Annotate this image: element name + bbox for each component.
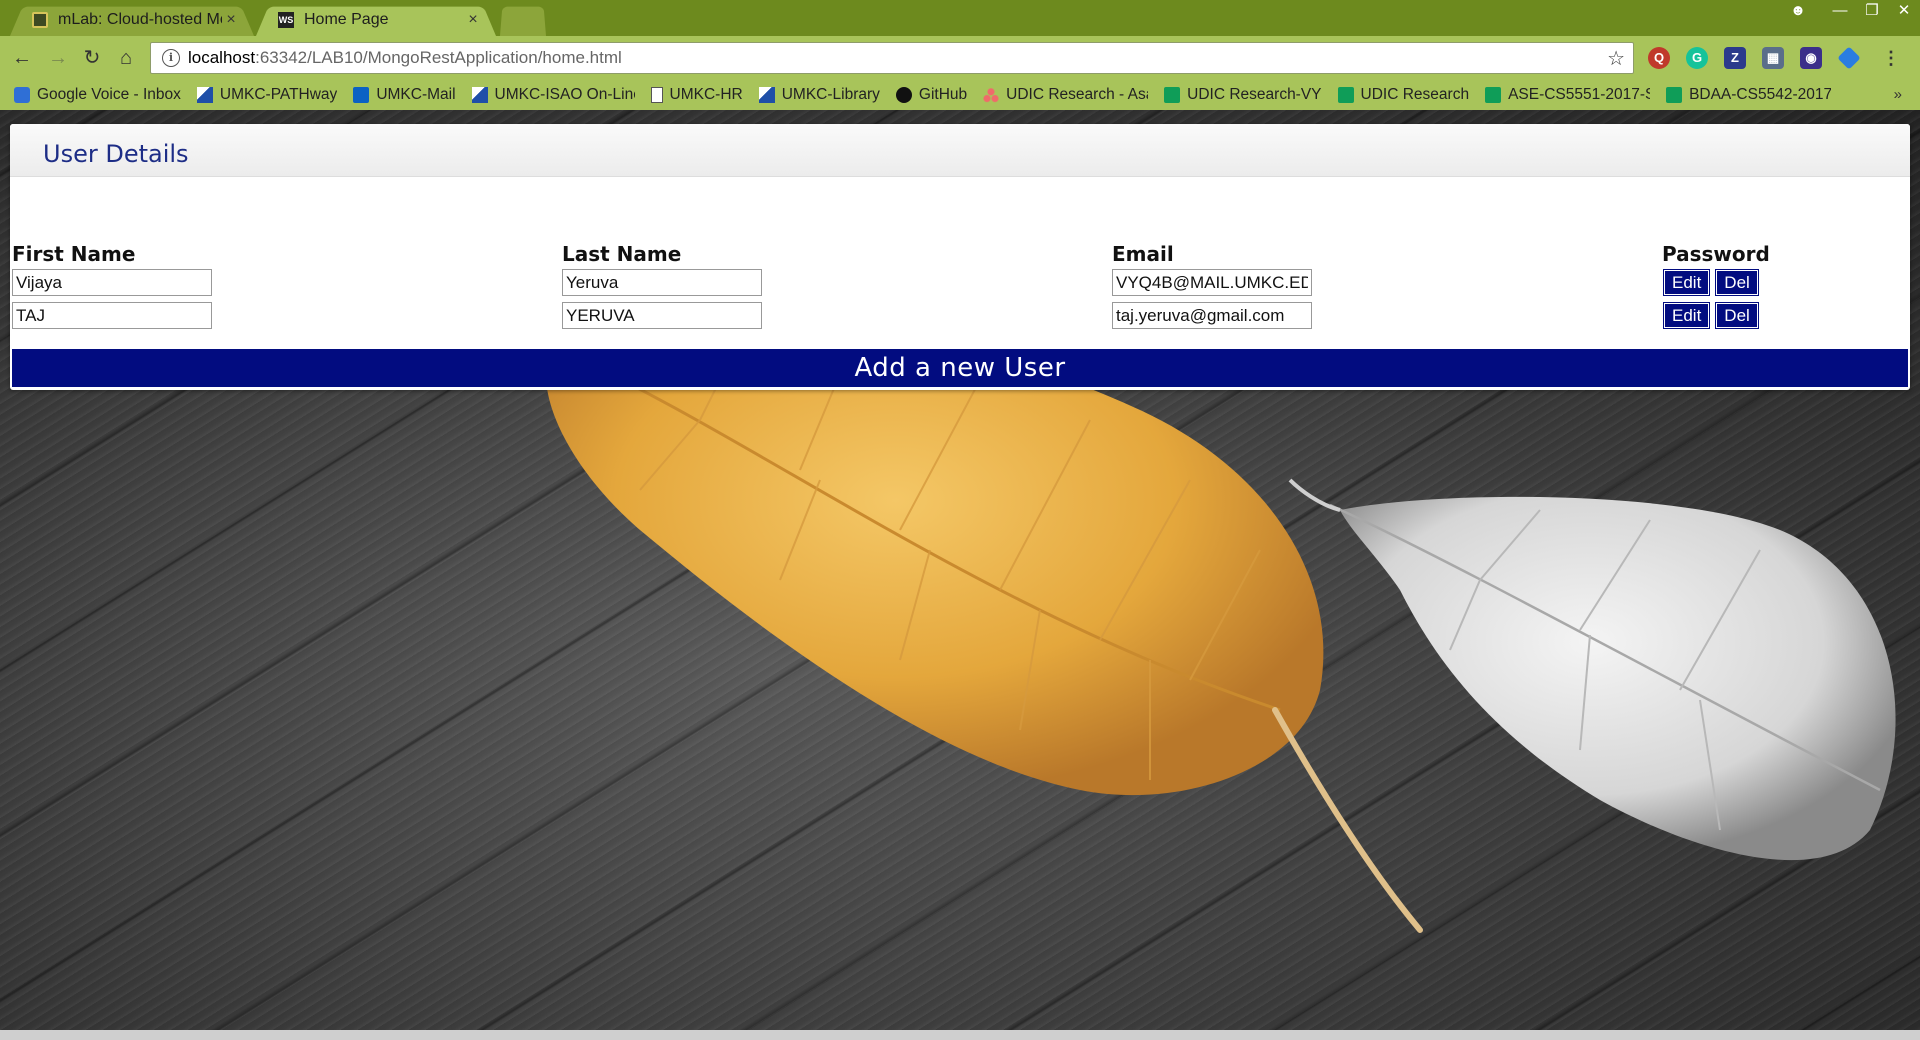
close-icon[interactable]: × (464, 11, 482, 29)
last-name-field[interactable] (562, 269, 762, 296)
close-window-icon[interactable]: ✕ (1888, 0, 1920, 22)
home-icon[interactable]: ⌂ (112, 44, 140, 72)
delete-button[interactable]: Del (1715, 302, 1759, 329)
bookmark-umkc-library[interactable]: UMKC-Library (758, 86, 880, 104)
table-header: First Name Last Name Email Password (10, 238, 1910, 266)
bookmark-umkc-hr[interactable]: UMKC-HR (650, 86, 743, 104)
page-content: User Details First Name Last Name Email … (0, 110, 1920, 1030)
bookmarks-bar: Google Voice - Inbox UMKC-PATHway UMKC-M… (0, 80, 1920, 110)
umkc-icon (196, 87, 213, 103)
edit-button[interactable]: Edit (1662, 302, 1711, 329)
asana-icon (983, 87, 1000, 103)
delete-button[interactable]: Del (1715, 269, 1759, 296)
screencast-extension-icon[interactable]: ◉ (1800, 47, 1822, 69)
header-email: Email (1112, 242, 1174, 266)
menu-icon[interactable]: ⋮ (1880, 47, 1902, 69)
mlab-favicon-icon (32, 11, 48, 28)
reload-icon[interactable]: ↻ (78, 44, 106, 72)
bookmark-umkc-pathway[interactable]: UMKC-PATHway (196, 86, 337, 104)
users-table: First Name Last Name Email Password Edit… (10, 238, 1910, 332)
zotero-extension-icon[interactable]: Z (1724, 47, 1746, 69)
window-controls: ☻ — ❐ ✕ (1782, 0, 1920, 24)
page-title: User Details (43, 140, 189, 168)
restore-icon[interactable]: ❐ (1856, 0, 1888, 22)
minimize-icon[interactable]: — (1824, 0, 1856, 22)
bookmark-udic-research[interactable]: UDIC Research (1337, 86, 1469, 104)
bookmark-udic-research-asana[interactable]: UDIC Research - Asan (983, 86, 1148, 104)
sheets-icon (1337, 87, 1354, 103)
sheets-icon (1666, 87, 1683, 103)
webstorm-favicon-icon: WS (278, 11, 294, 28)
bookmarks-overflow-icon[interactable]: » (1894, 86, 1902, 103)
umkc-icon (758, 87, 775, 103)
table-row: Edit Del (10, 299, 1910, 332)
header-password: Password (1662, 242, 1770, 266)
sheets-icon (1164, 87, 1181, 103)
dropbox-extension-icon[interactable] (1837, 46, 1861, 70)
url-host: localhost (188, 48, 256, 67)
bookmark-ase-cs5551[interactable]: ASE-CS5551-2017-Sp (1485, 86, 1650, 104)
first-name-field[interactable] (12, 302, 212, 329)
address-bar[interactable]: i localhost:63342/LAB10/MongoRestApplica… (150, 42, 1634, 74)
tab-title: Home Page (304, 10, 389, 28)
bookmark-bdaa-cs5542[interactable]: BDAA-CS5542-2017-S (1666, 86, 1831, 104)
tab-home-page[interactable]: WS Home Page × (256, 3, 496, 36)
header-last-name: Last Name (562, 242, 682, 266)
add-user-button[interactable]: Add a new User (12, 349, 1908, 387)
bookmark-udic-research-vy[interactable]: UDIC Research-VY (1164, 86, 1322, 104)
back-icon[interactable]: ← (8, 44, 36, 72)
outlook-icon (353, 87, 370, 103)
panel-heading: User Details (10, 124, 1910, 177)
quora-extension-icon[interactable]: Q (1648, 47, 1670, 69)
email-field[interactable] (1112, 302, 1312, 329)
info-icon[interactable]: i (162, 49, 180, 67)
bookmark-github[interactable]: GitHub (895, 86, 967, 104)
first-name-field[interactable] (12, 269, 212, 296)
profile-icon[interactable]: ☻ (1782, 0, 1814, 22)
new-tab-button[interactable] (500, 3, 546, 36)
forward-icon[interactable]: → (44, 44, 72, 72)
user-details-panel: User Details First Name Last Name Email … (10, 124, 1910, 390)
umkc-icon (471, 87, 488, 103)
browser-titlebar: mLab: Cloud-hosted MongoDB × WS Home Pag… (0, 0, 1920, 36)
page-icon (650, 87, 663, 103)
phone-icon (14, 87, 30, 103)
bookmark-umkc-mail[interactable]: UMKC-Mail (353, 86, 456, 104)
bookmark-umkc-isao[interactable]: UMKC-ISAO On-Line (471, 86, 635, 104)
close-icon[interactable]: × (222, 11, 240, 29)
table-row: Edit Del (10, 266, 1910, 299)
browser-toolbar: ← → ↻ ⌂ i localhost:63342/LAB10/MongoRes… (0, 36, 1920, 80)
taskbar-edge (0, 1030, 1920, 1040)
github-icon (895, 87, 912, 103)
bookmark-google-voice[interactable]: Google Voice - Inbox (14, 86, 181, 104)
sheets-icon (1485, 87, 1502, 103)
grammarly-extension-icon[interactable]: G (1686, 47, 1708, 69)
bookmark-star-icon[interactable]: ☆ (1607, 46, 1625, 71)
tab-title: mLab: Cloud-hosted MongoDB (58, 10, 222, 28)
url-path: :63342/LAB10/MongoRestApplication/home.h… (255, 48, 622, 67)
edit-button[interactable]: Edit (1662, 269, 1711, 296)
tab-mlab[interactable]: mLab: Cloud-hosted MongoDB × (10, 3, 254, 36)
reader-extension-icon[interactable]: ▦ (1762, 47, 1784, 69)
email-field[interactable] (1112, 269, 1312, 296)
header-first-name: First Name (12, 242, 136, 266)
last-name-field[interactable] (562, 302, 762, 329)
